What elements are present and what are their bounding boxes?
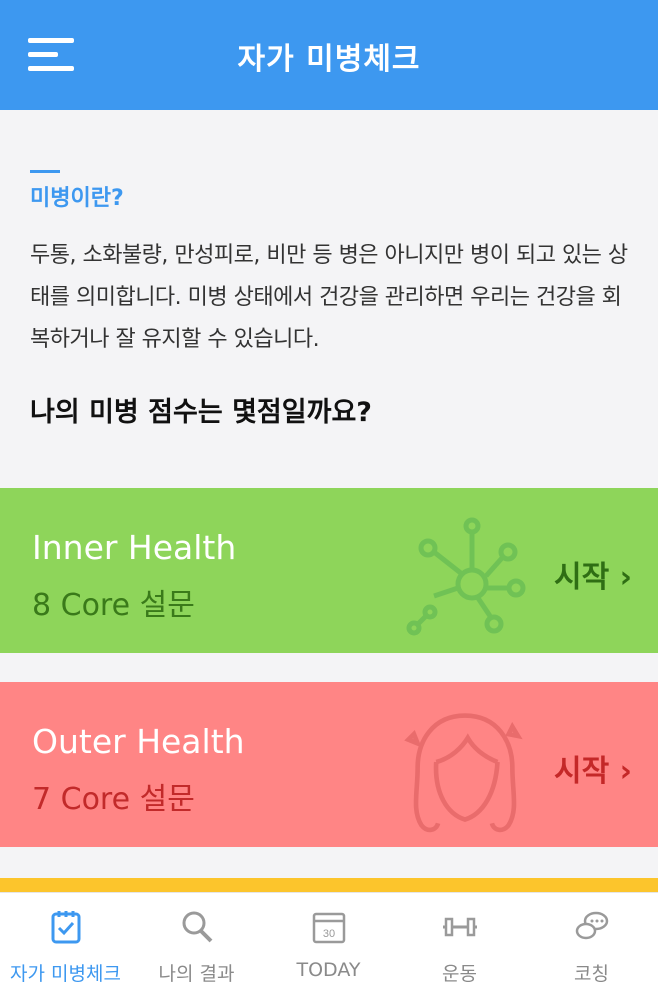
- start-button[interactable]: 시작 ›: [554, 552, 632, 596]
- card-title: Inner Health: [32, 528, 237, 567]
- tab-label: 자가 미병체크: [10, 963, 121, 985]
- section-title: 미병이란?: [30, 186, 124, 211]
- page-title: 자가 미병체크: [237, 42, 421, 77]
- bottom-tab-bar: 자가 미병체크 나의 결과 30 TODAY 운동 코칭: [0, 892, 658, 1001]
- dumbbell-icon: [443, 917, 477, 937]
- tab-exercise[interactable]: 운동: [394, 893, 525, 1001]
- tab-coaching[interactable]: 코칭: [526, 893, 657, 1001]
- start-button[interactable]: 시작 ›: [554, 746, 632, 790]
- tab-label: 운동: [442, 963, 477, 985]
- tab-label: 나의 결과: [158, 963, 235, 985]
- tab-self-check[interactable]: 자가 미병체크: [0, 893, 131, 1001]
- tab-my-results[interactable]: 나의 결과: [131, 893, 262, 1001]
- network-nodes-icon: [406, 517, 526, 636]
- card-subtitle: 7 Core 설문: [32, 782, 195, 817]
- calendar-day-text: 30: [323, 928, 335, 940]
- checklist-icon: [51, 911, 81, 944]
- card-title: Outer Health: [32, 722, 245, 761]
- description-text: 두통, 소화불량, 만성피로, 비만 등 병은 아니지만 병이 되고 있는 상태…: [30, 243, 628, 352]
- chat-bubbles-icon: [575, 911, 609, 940]
- calendar-icon: 30: [312, 912, 346, 944]
- inner-health-card[interactable]: Inner Health 8 Core 설문 시작 ›: [0, 488, 658, 653]
- tab-label: TODAY: [296, 959, 361, 981]
- section-accent-bar: [30, 170, 60, 173]
- face-sparkle-icon: [404, 713, 523, 833]
- tab-today[interactable]: 30 TODAY: [263, 893, 394, 1001]
- app-header: 자가 미병체크: [0, 0, 658, 110]
- tab-label: 코칭: [574, 963, 609, 985]
- card-subtitle: 8 Core 설문: [32, 588, 195, 623]
- magnifier-icon: [182, 911, 213, 943]
- outer-health-card[interactable]: Outer Health 7 Core 설문 시작 ›: [0, 682, 658, 847]
- question-heading: 나의 미병 점수는 몇점일까요?: [30, 397, 372, 428]
